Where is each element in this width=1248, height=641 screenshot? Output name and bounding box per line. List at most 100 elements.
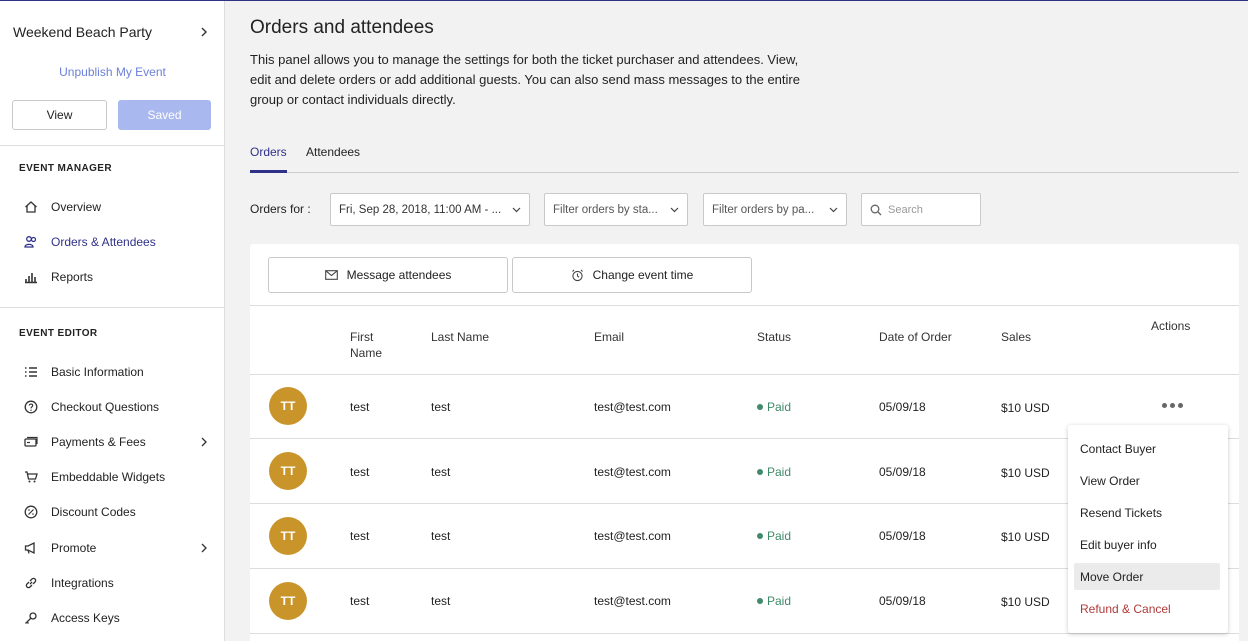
- cart-icon: [23, 469, 39, 485]
- tab-attendees[interactable]: Attendees: [306, 145, 360, 159]
- status-dot: [757, 404, 763, 410]
- sidebar-item-label: Integrations: [51, 576, 114, 590]
- status-filter-select[interactable]: Filter orders by sta...: [544, 193, 688, 226]
- alarm-clock-icon: [571, 269, 584, 282]
- sidebar-item-discount-codes[interactable]: Discount Codes: [23, 502, 208, 522]
- tab-orders[interactable]: Orders: [250, 145, 287, 159]
- first-name-cell: test: [350, 400, 370, 414]
- sales-cell: $10 USD: [1001, 466, 1050, 480]
- column-header-first-name[interactable]: First Name: [350, 329, 400, 361]
- megaphone-icon: [23, 540, 39, 556]
- divider: [0, 145, 225, 146]
- home-icon: [23, 199, 39, 215]
- menu-item-refund-cancel[interactable]: Refund & Cancel: [1074, 595, 1220, 622]
- avatar: TT: [269, 517, 307, 555]
- message-attendees-button[interactable]: Message attendees: [268, 257, 508, 293]
- sales-cell: $10 USD: [1001, 530, 1050, 544]
- payment-filter-select[interactable]: Filter orders by pa...: [703, 193, 847, 226]
- column-header-date[interactable]: Date of Order: [879, 329, 952, 345]
- sidebar-item-payments-fees[interactable]: Payments & Fees: [23, 432, 208, 452]
- status-badge: Paid: [757, 529, 791, 543]
- sidebar-item-label: Discount Codes: [51, 505, 136, 519]
- event-editor-heading: EVENT EDITOR: [19, 328, 98, 339]
- search-box[interactable]: [861, 193, 981, 226]
- email-cell: test@test.com: [594, 465, 671, 479]
- sidebar-item-reports[interactable]: Reports: [23, 267, 208, 287]
- saved-button[interactable]: Saved: [118, 100, 211, 130]
- sidebar-item-access-keys[interactable]: Access Keys: [23, 608, 208, 628]
- page-description: This panel allows you to manage the sett…: [250, 52, 800, 107]
- sidebar-item-overview[interactable]: Overview: [23, 197, 208, 217]
- column-header-actions: Actions: [1151, 319, 1191, 333]
- first-name-cell: test: [350, 465, 370, 479]
- menu-item-contact-buyer[interactable]: Contact Buyer: [1074, 435, 1220, 462]
- avatar: TT: [269, 582, 307, 620]
- status-dot: [757, 533, 763, 539]
- sidebar-item-label: Payments & Fees: [51, 435, 146, 449]
- view-button[interactable]: View: [12, 100, 107, 130]
- bar-chart-icon: [23, 269, 39, 285]
- unpublish-link[interactable]: Unpublish My Event: [0, 65, 225, 79]
- sidebar-item-promote[interactable]: Promote: [23, 538, 208, 558]
- menu-item-edit-buyer-info[interactable]: Edit buyer info: [1074, 531, 1220, 558]
- sidebar-item-label: Overview: [51, 200, 102, 214]
- column-header-sales[interactable]: Sales: [1001, 329, 1031, 345]
- last-name-cell: test: [431, 400, 451, 414]
- page-title: Orders and attendees: [250, 17, 434, 38]
- last-name-cell: test: [431, 529, 451, 543]
- status-dot: [757, 598, 763, 604]
- sidebar-item-label: Basic Information: [51, 365, 144, 379]
- menu-item-resend-tickets[interactable]: Resend Tickets: [1074, 499, 1220, 526]
- key-icon: [23, 610, 39, 626]
- status-badge: Paid: [757, 465, 791, 479]
- envelope-icon: [324, 270, 338, 280]
- column-header-last-name[interactable]: Last Name: [431, 329, 489, 345]
- divider: [0, 307, 225, 308]
- status-badge: Paid: [757, 400, 791, 414]
- discount-icon: [23, 504, 39, 520]
- date-cell: 05/09/18: [879, 594, 926, 608]
- sidebar-item-integrations[interactable]: Integrations: [23, 573, 208, 593]
- chevron-right-icon: [195, 23, 213, 41]
- payment-icon: [23, 434, 39, 450]
- link-icon: [23, 575, 39, 591]
- sidebar-item-label: Reports: [51, 270, 94, 284]
- sidebar: Weekend Beach Party Unpublish My Event V…: [0, 1, 225, 641]
- divider: [250, 305, 1239, 306]
- event-name: Weekend Beach Party: [13, 24, 153, 40]
- sidebar-item-orders-attendees[interactable]: Orders & Attendees: [23, 232, 208, 252]
- search-icon: [870, 204, 882, 216]
- sidebar-item-label: Promote: [51, 541, 97, 555]
- menu-item-move-order[interactable]: Move Order: [1074, 563, 1220, 590]
- email-cell: test@test.com: [594, 400, 671, 414]
- sidebar-item-basic-information[interactable]: Basic Information: [23, 362, 208, 382]
- search-input[interactable]: [888, 203, 968, 216]
- more-actions-icon[interactable]: [1162, 403, 1183, 408]
- change-event-time-button[interactable]: Change event time: [512, 257, 752, 293]
- menu-item-view-order[interactable]: View Order: [1074, 467, 1220, 494]
- column-header-email[interactable]: Email: [594, 329, 624, 345]
- date-select[interactable]: Fri, Sep 28, 2018, 11:00 AM - ...: [330, 193, 530, 226]
- sidebar-item-checkout-questions[interactable]: Checkout Questions: [23, 397, 208, 417]
- sidebar-item-label: Access Keys: [51, 611, 120, 625]
- orders-for-label: Orders for :: [250, 202, 311, 216]
- avatar: TT: [269, 452, 307, 490]
- order-actions-menu: Contact Buyer View Order Resend Tickets …: [1068, 425, 1228, 633]
- date-cell: 05/09/18: [879, 400, 926, 414]
- chevron-down-icon: [512, 207, 521, 213]
- first-name-cell: test: [350, 529, 370, 543]
- date-cell: 05/09/18: [879, 529, 926, 543]
- sidebar-item-label: Orders & Attendees: [51, 235, 156, 249]
- avatar: TT: [269, 387, 307, 425]
- status-dot: [757, 469, 763, 475]
- status-badge: Paid: [757, 594, 791, 608]
- event-switcher[interactable]: Weekend Beach Party: [13, 23, 213, 41]
- chevron-right-icon: [200, 437, 208, 447]
- column-header-status[interactable]: Status: [757, 329, 791, 345]
- email-cell: test@test.com: [594, 529, 671, 543]
- chevron-down-icon: [829, 207, 838, 213]
- chevron-right-icon: [200, 543, 208, 553]
- question-icon: [23, 399, 39, 415]
- first-name-cell: test: [350, 594, 370, 608]
- sidebar-item-embeddable-widgets[interactable]: Embeddable Widgets: [23, 467, 208, 487]
